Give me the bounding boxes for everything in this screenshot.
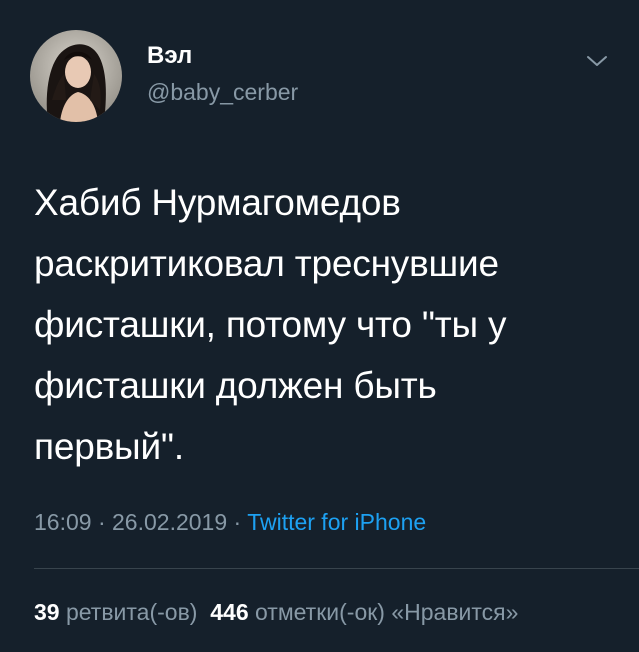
avatar-photo — [30, 30, 122, 122]
divider — [34, 568, 639, 569]
author-handle[interactable]: @baby_cerber — [147, 78, 298, 106]
chevron-down-icon[interactable] — [583, 50, 611, 72]
tweet-time[interactable]: 16:09 — [34, 509, 92, 535]
retweets-stat[interactable]: 39 ретвита(-ов) — [34, 599, 197, 625]
likes-label: отметки(-ок) «Нравится» — [255, 599, 519, 625]
tweet-source-link[interactable]: Twitter for iPhone — [247, 509, 426, 535]
tweet-date[interactable]: 26.02.2019 — [112, 509, 227, 535]
avatar[interactable] — [30, 30, 122, 122]
tweet-text: Хабиб Нурмагомедов раскритиковал треснув… — [34, 182, 507, 467]
meta-separator: · — [233, 509, 242, 535]
author-display-name[interactable]: Вэл — [147, 42, 192, 70]
tweet-meta: 16:09 · 26.02.2019 · Twitter for iPhone — [34, 508, 426, 536]
retweets-count: 39 — [34, 599, 60, 625]
tweet-stats: 39 ретвита(-ов) 446 отметки(-ок) «Нравит… — [34, 597, 639, 627]
likes-count: 446 — [210, 599, 249, 625]
meta-separator: · — [97, 509, 106, 535]
retweets-label: ретвита(-ов) — [65, 599, 198, 625]
likes-stat[interactable]: 446 отметки(-ок) «Нравится» — [210, 599, 518, 625]
